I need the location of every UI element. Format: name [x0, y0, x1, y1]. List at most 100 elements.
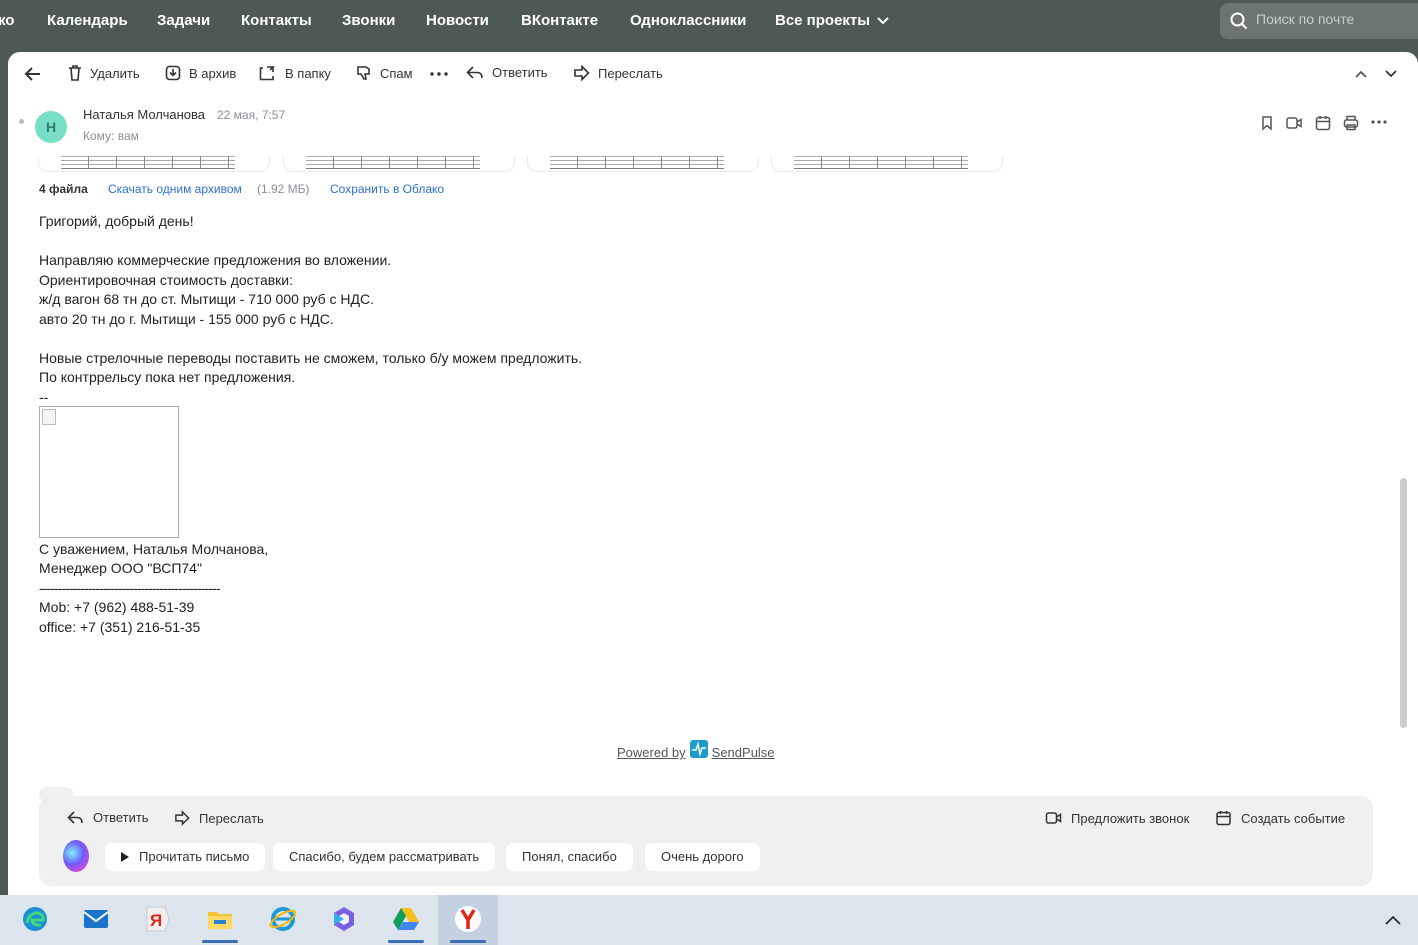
- tray-chevron-up-icon[interactable]: [1384, 913, 1402, 927]
- delete-button[interactable]: Удалить: [68, 65, 140, 81]
- scrollbar-thumb[interactable]: [1400, 478, 1407, 728]
- spam-button[interactable]: Спам: [356, 65, 413, 81]
- attachment-thumbnail[interactable]: [527, 156, 759, 172]
- body-line: авто 20 тн до г. Мытищи - 155 000 руб с …: [39, 310, 334, 327]
- reply-icon: [466, 65, 483, 79]
- more-icon[interactable]: [430, 72, 448, 76]
- signature-line: ----------------------------------------…: [39, 579, 220, 596]
- nav-item-tasks[interactable]: Задачи: [157, 12, 210, 29]
- taskbar-copilot[interactable]: [314, 895, 374, 945]
- search-input[interactable]: [1256, 11, 1416, 27]
- nav-item-all-projects[interactable]: Все проекты: [775, 12, 870, 29]
- chip-label: Очень дорого: [661, 849, 744, 864]
- archive-button[interactable]: В архив: [165, 65, 236, 81]
- running-indicator: [202, 940, 238, 943]
- message-card: Удалить В архив В папку Спам Ответить Пе…: [8, 52, 1418, 902]
- play-icon: [121, 852, 129, 862]
- taskbar-internet-explorer[interactable]: [253, 895, 313, 945]
- nav-item-news[interactable]: Новости: [426, 12, 489, 29]
- body-line: Направляю коммерческие предложения во вл…: [39, 252, 392, 268]
- nav-item-contacts[interactable]: Контакты: [241, 12, 312, 29]
- propose-call-button[interactable]: Предложить звонок: [1045, 810, 1189, 826]
- copilot-icon: [334, 907, 354, 931]
- reply-icon: [67, 810, 83, 824]
- internet-explorer-icon: [269, 907, 297, 931]
- delete-label: Удалить: [90, 65, 140, 81]
- powered-by-link[interactable]: Powered by SendPulse: [617, 740, 775, 760]
- forward-button[interactable]: Переслать: [573, 65, 663, 81]
- archive-label: В архив: [189, 65, 237, 81]
- reply-label: Ответить: [492, 65, 548, 80]
- chip-too-expensive[interactable]: Очень дорого: [645, 843, 760, 871]
- quick-reply-label: Ответить: [93, 810, 149, 825]
- taskbar-yandex-browser[interactable]: Я: [127, 895, 187, 945]
- mail-icon: [83, 910, 109, 928]
- attachment-thumbnail[interactable]: [283, 156, 515, 172]
- taskbar-file-explorer[interactable]: [190, 895, 250, 945]
- attachment-thumbnail[interactable]: [38, 156, 270, 172]
- edge-icon: [23, 907, 47, 931]
- files-count: 4 файла: [39, 182, 88, 196]
- search-box[interactable]: [1220, 3, 1418, 39]
- nav-item-partial[interactable]: ко: [0, 12, 14, 29]
- signature-line: Менеджер ООО "ВСП74": [39, 560, 202, 576]
- propose-call-label: Предложить звонок: [1071, 810, 1190, 826]
- calendar-icon[interactable]: [1315, 115, 1331, 131]
- quick-forward-label: Переслать: [199, 810, 264, 826]
- spam-label: Спам: [380, 65, 413, 81]
- body-line: По контррельсу пока нет предложения.: [39, 369, 296, 385]
- quick-forward-button[interactable]: Переслать: [174, 810, 264, 826]
- message-toolbar: Удалить В архив В папку Спам Ответить Пе…: [8, 52, 1418, 96]
- body-line: ж/д вагон 68 тн до ст. Мытищи - 710 000 …: [39, 291, 374, 307]
- video-call-icon[interactable]: [1286, 115, 1302, 131]
- move-label: В папку: [285, 65, 331, 81]
- chip-got-it-thanks[interactable]: Понял, спасибо: [506, 843, 633, 871]
- save-to-cloud-link[interactable]: Сохранить в Облако: [330, 182, 444, 196]
- chip-thanks-will-consider[interactable]: Спасибо, будем рассматривать: [273, 843, 496, 871]
- avatar[interactable]: Н: [35, 111, 67, 143]
- body-line: [39, 329, 939, 349]
- more-actions-icon[interactable]: [1371, 120, 1387, 124]
- quick-reply-button[interactable]: Ответить: [67, 810, 149, 825]
- print-icon[interactable]: [1343, 115, 1359, 131]
- forward-icon: [175, 810, 190, 826]
- forward-label: Переслать: [598, 65, 663, 81]
- bookmark-icon[interactable]: [1259, 115, 1275, 131]
- message-date: 22 мая, 7:57: [217, 108, 286, 122]
- nav-item-calendar[interactable]: Календарь: [47, 12, 128, 29]
- taskbar-yandex[interactable]: [438, 895, 498, 945]
- nav-item-calls[interactable]: Звонки: [342, 12, 395, 29]
- signature-image-placeholder: [39, 405, 179, 538]
- ai-assistant-orb-icon[interactable]: [63, 840, 89, 872]
- chevron-down-icon[interactable]: [876, 13, 890, 27]
- sender-name[interactable]: Наталья Молчанова: [83, 107, 205, 122]
- attachment-thumbnail[interactable]: [771, 156, 1003, 172]
- move-to-folder-button[interactable]: В папку: [259, 65, 331, 81]
- recipient-line[interactable]: Кому: вам: [83, 129, 139, 143]
- yandex-icon: [455, 906, 481, 932]
- signature-line: office: +7 (351) 216-51-35: [39, 618, 201, 635]
- thumb-down-icon: [357, 66, 370, 80]
- taskbar-google-drive[interactable]: [376, 895, 436, 945]
- running-indicator: [388, 940, 424, 943]
- unread-dot-icon[interactable]: [19, 119, 24, 124]
- attachments-strip: [38, 156, 1018, 172]
- taskbar-mail[interactable]: [66, 895, 126, 945]
- reply-button[interactable]: Ответить: [466, 65, 548, 80]
- signature-line: Mob: +7 (962) 488-51-39: [39, 599, 195, 615]
- taskbar-edge[interactable]: [5, 895, 65, 945]
- svg-text:Я: Я: [150, 911, 162, 930]
- sendpulse-logo-icon: [689, 740, 708, 758]
- nav-item-vkontakte[interactable]: ВКонтакте: [521, 12, 598, 29]
- search-icon: [1230, 12, 1248, 30]
- chevron-down-icon[interactable]: [1384, 69, 1398, 79]
- chevron-up-icon[interactable]: [1354, 69, 1368, 79]
- create-event-button[interactable]: Создать событие: [1215, 810, 1345, 826]
- forward-icon: [574, 65, 590, 81]
- nav-item-odnoklassniki[interactable]: Одноклассники: [630, 12, 746, 29]
- top-navigation: ко Календарь Задачи Контакты Звонки Ново…: [0, 0, 1418, 42]
- back-arrow-icon[interactable]: [24, 66, 42, 82]
- download-archive-link[interactable]: Скачать одним архивом: [108, 182, 242, 196]
- chip-read-letter[interactable]: Прочитать письмо: [105, 843, 266, 871]
- google-drive-icon: [393, 908, 419, 930]
